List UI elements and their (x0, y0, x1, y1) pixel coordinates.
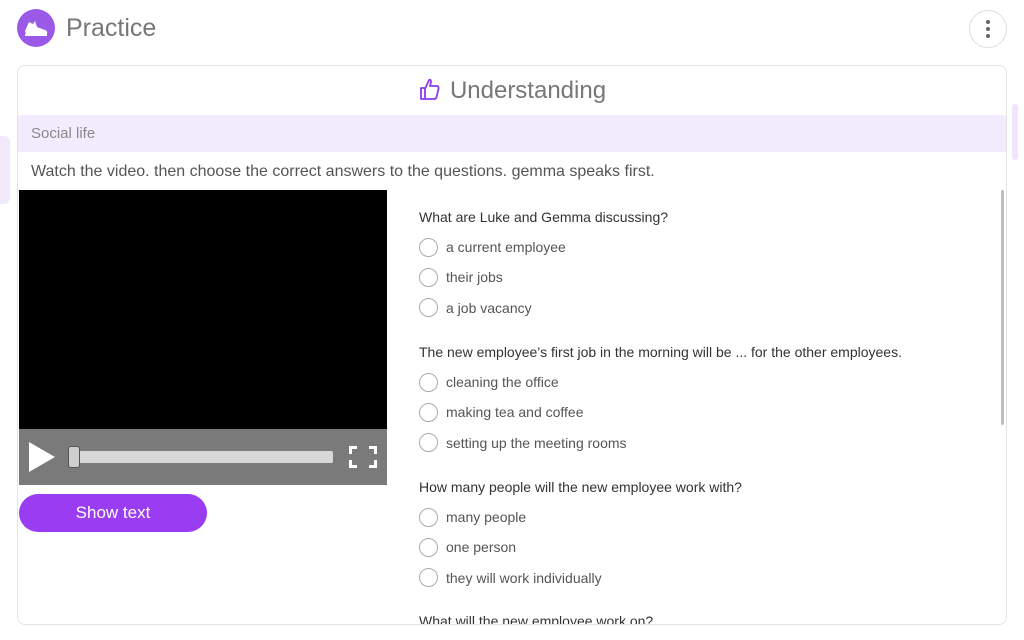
radio-button[interactable] (419, 237, 438, 257)
question-text: The new employee’s first job in the morn… (419, 344, 902, 360)
radio-button[interactable] (419, 402, 438, 422)
answer-option[interactable]: cleaning the office (419, 367, 902, 397)
seek-bar[interactable] (69, 451, 333, 463)
video-player[interactable] (19, 190, 387, 485)
app-title: Practice (66, 14, 157, 42)
answer-option[interactable]: making tea and coffee (419, 397, 902, 427)
option-label: many people (446, 509, 527, 526)
option-label: they will work individually (446, 569, 602, 586)
category-band: Social life (18, 115, 1006, 152)
radio-button[interactable] (419, 267, 438, 287)
answer-option[interactable]: their jobs (419, 262, 668, 292)
answer-option[interactable]: setting up the meeting rooms (419, 428, 902, 458)
option-label: cleaning the office (446, 374, 559, 391)
top-bar: Practice (0, 0, 1024, 58)
radio-button[interactable] (419, 298, 438, 318)
thumbs-up-icon (418, 77, 440, 106)
card-header: Understanding (18, 66, 1006, 116)
option-label: making tea and coffee (446, 404, 584, 421)
show-text-button[interactable]: Show text (19, 494, 207, 532)
play-button[interactable] (29, 442, 55, 472)
question-text: What are Luke and Gemma discussing? (419, 209, 669, 225)
radio-button[interactable] (419, 537, 438, 557)
answer-option[interactable]: a job vacancy (419, 293, 668, 323)
exercise-card: Understanding Social life Watch the vide… (17, 65, 1007, 625)
right-panel-tab[interactable] (1012, 104, 1018, 160)
scrollbar[interactable] (1001, 190, 1004, 425)
option-label: a current employee (446, 239, 566, 256)
radio-button[interactable] (419, 507, 438, 527)
card-title: Understanding (449, 77, 607, 104)
seek-handle[interactable] (68, 446, 80, 468)
instructions: Watch the video. then choose the correct… (31, 163, 655, 180)
radio-button[interactable] (419, 372, 438, 392)
question-4: What will the new employee work on? (419, 606, 653, 624)
sneaker-icon (17, 9, 55, 47)
answer-option[interactable]: many people (419, 502, 742, 532)
more-vertical-icon (986, 20, 990, 24)
left-panel-tab[interactable] (0, 136, 10, 204)
option-label: one person (446, 539, 517, 556)
answer-option[interactable]: they will work individually (419, 563, 742, 593)
question-text: How many people will the new employee wo… (419, 479, 742, 495)
option-label: a job vacancy (446, 299, 532, 316)
question-2: The new employee’s first job in the morn… (419, 337, 902, 458)
more-options-button[interactable] (969, 10, 1007, 48)
answer-option[interactable]: one person (419, 532, 742, 562)
radio-button[interactable] (419, 568, 438, 588)
radio-button[interactable] (419, 433, 438, 453)
fullscreen-icon[interactable] (349, 446, 377, 468)
option-label: their jobs (446, 269, 503, 286)
category-label: Social life (31, 125, 96, 142)
question-3: How many people will the new employee wo… (419, 472, 742, 593)
video-controls (19, 429, 387, 485)
option-label: setting up the meeting rooms (446, 434, 627, 451)
question-text: What will the new employee work on? (419, 613, 654, 624)
questions-panel: What are Luke and Gemma discussing? a cu… (419, 190, 999, 624)
answer-option[interactable]: a current employee (419, 232, 668, 262)
question-1: What are Luke and Gemma discussing? a cu… (419, 202, 668, 323)
